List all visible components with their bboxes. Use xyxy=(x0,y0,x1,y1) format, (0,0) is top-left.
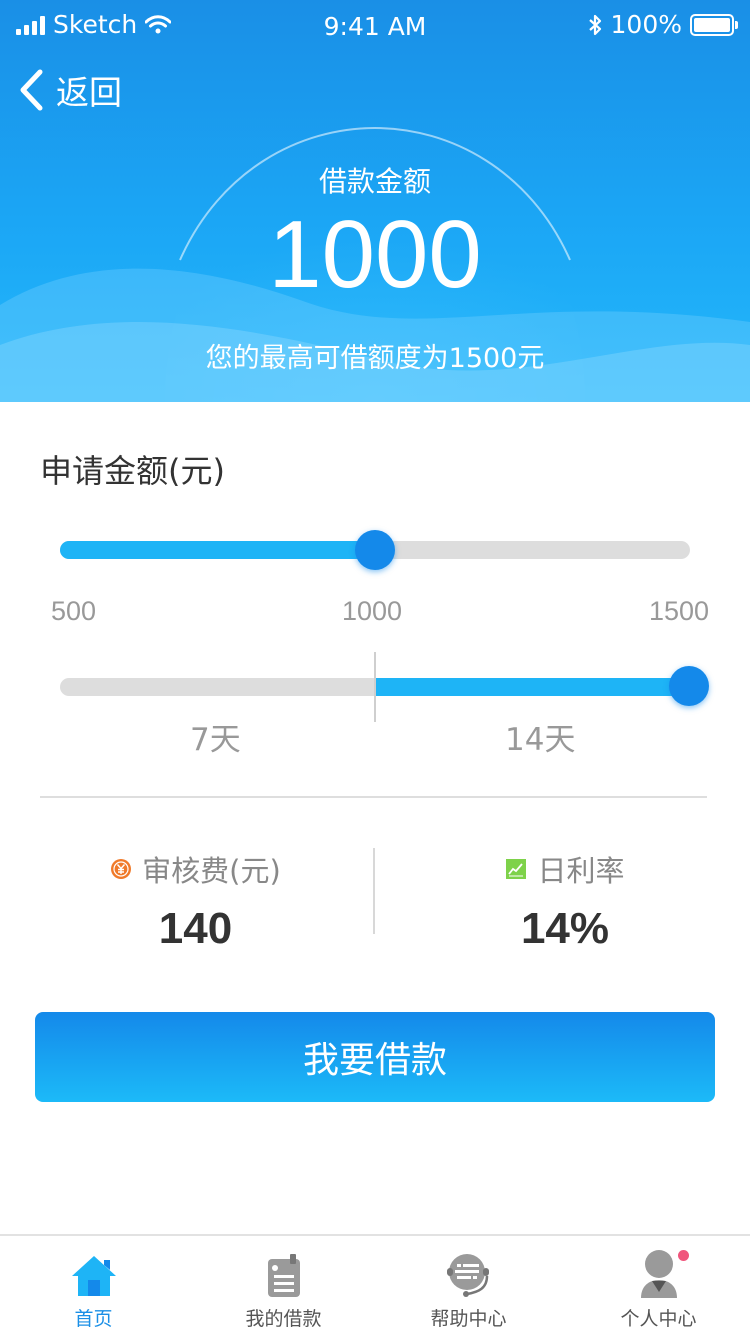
tab-bar: 首页 我的借款 帮助中心 个人中心 xyxy=(0,1234,750,1334)
fee-label: 审核费(元) xyxy=(142,854,281,888)
rate-stat-head: 日利率 xyxy=(375,848,750,890)
borrow-button[interactable]: 我要借款 xyxy=(35,1012,715,1102)
yuan-coin-icon xyxy=(111,859,132,879)
fee-stat-head: 审核费(元) xyxy=(8,848,383,890)
tab-help-label: 帮助中心 xyxy=(430,1308,507,1330)
term-thumb[interactable] xyxy=(669,666,709,706)
amount-slider-fill xyxy=(60,541,375,559)
amount-value: 1000 xyxy=(268,201,482,308)
tab-home-label: 首页 xyxy=(74,1308,113,1330)
tick-label-max: 1500 xyxy=(649,596,710,626)
notification-dot xyxy=(678,1250,689,1261)
chevron-left-icon xyxy=(20,69,43,111)
tab-my-loans[interactable]: 我的借款 xyxy=(190,1246,377,1331)
apply-amount-title: 申请金额(元) xyxy=(40,452,225,490)
bluetooth-icon xyxy=(588,14,601,35)
home-icon xyxy=(71,1256,116,1296)
user-icon xyxy=(640,1250,677,1298)
term-fill xyxy=(375,678,690,696)
tick-label-mid: 1000 xyxy=(342,596,403,626)
amount-title: 借款金额 xyxy=(318,165,431,198)
status-right: 100% xyxy=(587,10,738,39)
header: Sketch 9:41 AM 100% 返回 借款金额 1000 您的最高可借额… xyxy=(0,0,750,402)
rate-stat: 日利率 14% xyxy=(375,848,750,954)
max-limit-note: 您的最高可借额度为1500元 xyxy=(205,343,545,374)
fee-value: 140 xyxy=(158,904,233,953)
divider xyxy=(40,796,707,798)
help-headset-icon xyxy=(446,1254,489,1297)
term-divider xyxy=(374,652,376,722)
term-option-7[interactable]: 7天 xyxy=(190,714,241,759)
tab-help-icon-wrap xyxy=(375,1246,562,1298)
tab-my-loans-label: 我的借款 xyxy=(245,1308,322,1330)
rate-label: 日利率 xyxy=(537,854,625,888)
trend-chart-icon xyxy=(506,859,527,879)
tab-help-center[interactable]: 帮助中心 xyxy=(375,1246,562,1331)
battery-percent: 100% xyxy=(610,10,682,39)
tab-my-loans-icon-wrap xyxy=(190,1246,377,1298)
term-option-14[interactable]: 14天 xyxy=(505,714,575,759)
tick-label-min: 500 xyxy=(51,596,97,626)
fee-stat: 审核费(元) 140 xyxy=(8,848,383,954)
tab-profile-label: 个人中心 xyxy=(620,1308,697,1330)
tab-profile-icon-wrap xyxy=(565,1246,750,1298)
status-bar: Sketch 9:41 AM 100% xyxy=(0,0,750,52)
rate-value: 14% xyxy=(520,904,610,953)
back-button[interactable]: 返回 xyxy=(18,66,122,114)
tab-home[interactable]: 首页 xyxy=(0,1246,187,1331)
tab-profile[interactable]: 个人中心 xyxy=(565,1246,750,1331)
clipboard-icon xyxy=(267,1254,300,1297)
back-label: 返回 xyxy=(56,73,122,112)
amount-slider-thumb[interactable] xyxy=(355,530,395,570)
battery-icon xyxy=(690,13,738,36)
tab-home-icon-wrap xyxy=(0,1246,187,1298)
